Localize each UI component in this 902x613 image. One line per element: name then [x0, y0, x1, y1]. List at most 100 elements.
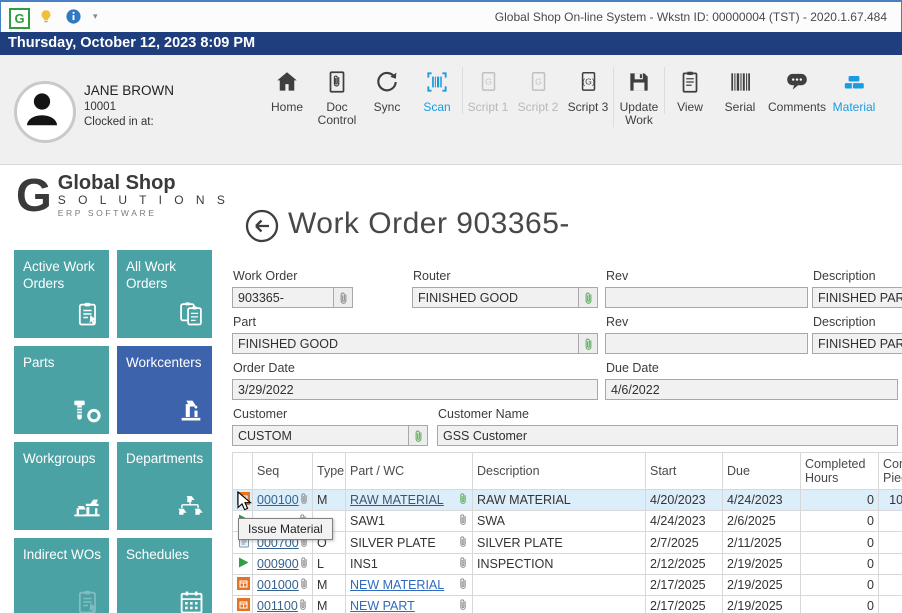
description2-field[interactable]: FINISHED PART D	[812, 333, 902, 354]
user-name: JANE BROWN	[84, 83, 174, 98]
scan-barcode-icon	[412, 67, 462, 97]
attachment-icon[interactable]	[298, 598, 308, 613]
description-cell: SWA	[473, 511, 646, 532]
header-completed-hours[interactable]: Completed Hours	[801, 453, 879, 490]
description-cell	[473, 596, 646, 613]
tooltip: Issue Material	[238, 518, 333, 540]
material-stack-icon	[829, 67, 879, 97]
seq-link[interactable]: 001000	[257, 578, 299, 592]
comments-button[interactable]: Comments	[765, 67, 829, 114]
header-start[interactable]: Start	[646, 453, 723, 490]
description1-field[interactable]: FINISHED PART	[812, 287, 902, 308]
sidebar-tiles: Active Work Orders All Work Orders Parts…	[14, 250, 212, 613]
part-wc-link[interactable]: NEW MATERIAL	[350, 578, 444, 592]
router-attachment-icon[interactable]	[578, 288, 597, 307]
current-datetime: Thursday, October 12, 2023 8:09 PM	[0, 32, 902, 55]
update-work-button[interactable]: Update Work	[613, 67, 664, 127]
avatar[interactable]	[14, 81, 76, 143]
material-icon[interactable]	[233, 596, 253, 613]
script3-button[interactable]: (G) Script 3	[563, 67, 613, 114]
material-button[interactable]: Material	[829, 67, 879, 114]
save-floppy-icon	[614, 67, 664, 97]
table-row[interactable]: 000100 M RAW MATERIAL RAW MATERIAL 4/20/…	[233, 490, 902, 511]
tile-parts[interactable]: Parts	[14, 346, 109, 434]
rev2-field[interactable]	[605, 333, 808, 354]
lightbulb-icon[interactable]	[37, 8, 55, 26]
attachment-icon[interactable]	[458, 492, 468, 508]
play-icon[interactable]	[233, 554, 253, 575]
doc-control-button[interactable]: Doc Control	[312, 67, 362, 127]
script2-button[interactable]: G Script 2	[513, 67, 563, 114]
gss-app-icon[interactable]: G	[9, 8, 30, 29]
machine-icon	[177, 396, 205, 428]
attachment-icon[interactable]	[458, 535, 468, 551]
serial-button[interactable]: Serial	[715, 67, 765, 114]
script1-button[interactable]: G Script 1	[462, 67, 513, 114]
due-date-field[interactable]: 4/6/2022	[605, 379, 898, 400]
tile-all-work-orders[interactable]: All Work Orders	[117, 250, 212, 338]
svg-text:(G): (G)	[582, 77, 595, 87]
table-row[interactable]: 001100 M NEW PART 2/17/2025 2/19/2025 0 …	[233, 596, 902, 613]
attachment-icon[interactable]	[299, 556, 309, 572]
table-row[interactable]: 000900 L INS1 INSPECTION 2/12/2025 2/19/…	[233, 554, 902, 575]
sync-button[interactable]: Sync	[362, 67, 412, 114]
due-cell: 2/11/2025	[723, 532, 801, 554]
header-completed-pieces[interactable]: Completed Pieces	[879, 453, 902, 490]
part-wc-link[interactable]: NEW PART	[350, 599, 415, 613]
due-cell: 4/24/2023	[723, 490, 801, 511]
table-row[interactable]: 000700 O SILVER PLATE SILVER PLATE 2/7/2…	[233, 532, 902, 554]
tile-departments[interactable]: Departments	[117, 442, 212, 530]
attachment-icon[interactable]	[299, 492, 309, 508]
doc-control-icon	[312, 67, 362, 97]
order-date-field[interactable]: 3/29/2022	[232, 379, 598, 400]
seq-link[interactable]: 000900	[257, 557, 299, 571]
hours-cell: 0	[801, 575, 879, 596]
scan-button[interactable]: Scan	[412, 67, 462, 114]
logo-name: Global Shop	[58, 173, 230, 193]
due-cell: 2/6/2025	[723, 511, 801, 532]
attachment-icon[interactable]	[299, 577, 309, 593]
attachment-icon[interactable]	[458, 513, 468, 529]
home-button[interactable]: Home	[262, 67, 312, 114]
header-due[interactable]: Due	[723, 453, 801, 490]
header-seq[interactable]: Seq	[253, 453, 313, 490]
double-clipboard-icon	[177, 300, 205, 332]
seq-link[interactable]: 000100	[257, 493, 299, 507]
work-order-field[interactable]: 903365-	[232, 287, 353, 308]
attachment-icon[interactable]	[458, 577, 468, 593]
part-field[interactable]: FINISHED GOOD	[232, 333, 598, 354]
material-icon[interactable]	[233, 575, 253, 596]
tile-workcenters[interactable]: Workcenters	[117, 346, 212, 434]
table-row[interactable]: 001000 M NEW MATERIAL 2/17/2025 2/19/202…	[233, 575, 902, 596]
attachment-icon[interactable]	[458, 556, 468, 572]
hours-cell: 0	[801, 490, 879, 511]
start-cell: 2/12/2025	[646, 554, 723, 575]
router-field[interactable]: FINISHED GOOD	[412, 287, 598, 308]
rev1-field[interactable]	[605, 287, 808, 308]
tile-active-work-orders[interactable]: Active Work Orders	[14, 250, 109, 338]
due-cell: 2/19/2025	[723, 575, 801, 596]
quick-access-caret-icon[interactable]: ▾	[93, 11, 98, 22]
info-icon[interactable]	[65, 8, 82, 25]
customer-name-field[interactable]: GSS Customer	[437, 425, 898, 446]
toolbar-items: Home Doc Control Sync Scan G Script 1 G …	[262, 67, 879, 127]
tile-indirect-wos[interactable]: Indirect WOs	[14, 538, 109, 613]
window-titlebar: G ▾ Global Shop On-line System - Wkstn I…	[0, 0, 902, 32]
back-button[interactable]	[245, 209, 279, 243]
tile-schedules[interactable]: Schedules	[117, 538, 212, 613]
tile-workgroups[interactable]: Workgroups	[14, 442, 109, 530]
table-row[interactable]: SAW1 SWA 4/24/2023 2/6/2025 0 3	[233, 511, 902, 532]
header-description[interactable]: Description	[473, 453, 646, 490]
attachment-icon[interactable]	[458, 598, 468, 613]
user-id: 10001	[84, 101, 116, 113]
seq-link[interactable]: 001100	[257, 599, 298, 613]
header-type[interactable]: Type	[313, 453, 346, 490]
header-part-wc[interactable]: Part / WC	[346, 453, 473, 490]
work-order-attachment-icon[interactable]	[333, 288, 352, 307]
customer-field[interactable]: CUSTOM	[232, 425, 428, 446]
customer-attachment-icon[interactable]	[408, 426, 427, 445]
logo-tagline: ERP SOFTWARE	[58, 208, 230, 219]
part-attachment-icon[interactable]	[578, 334, 597, 353]
view-button[interactable]: View	[664, 67, 715, 114]
part-wc-link[interactable]: RAW MATERIAL	[350, 493, 444, 507]
